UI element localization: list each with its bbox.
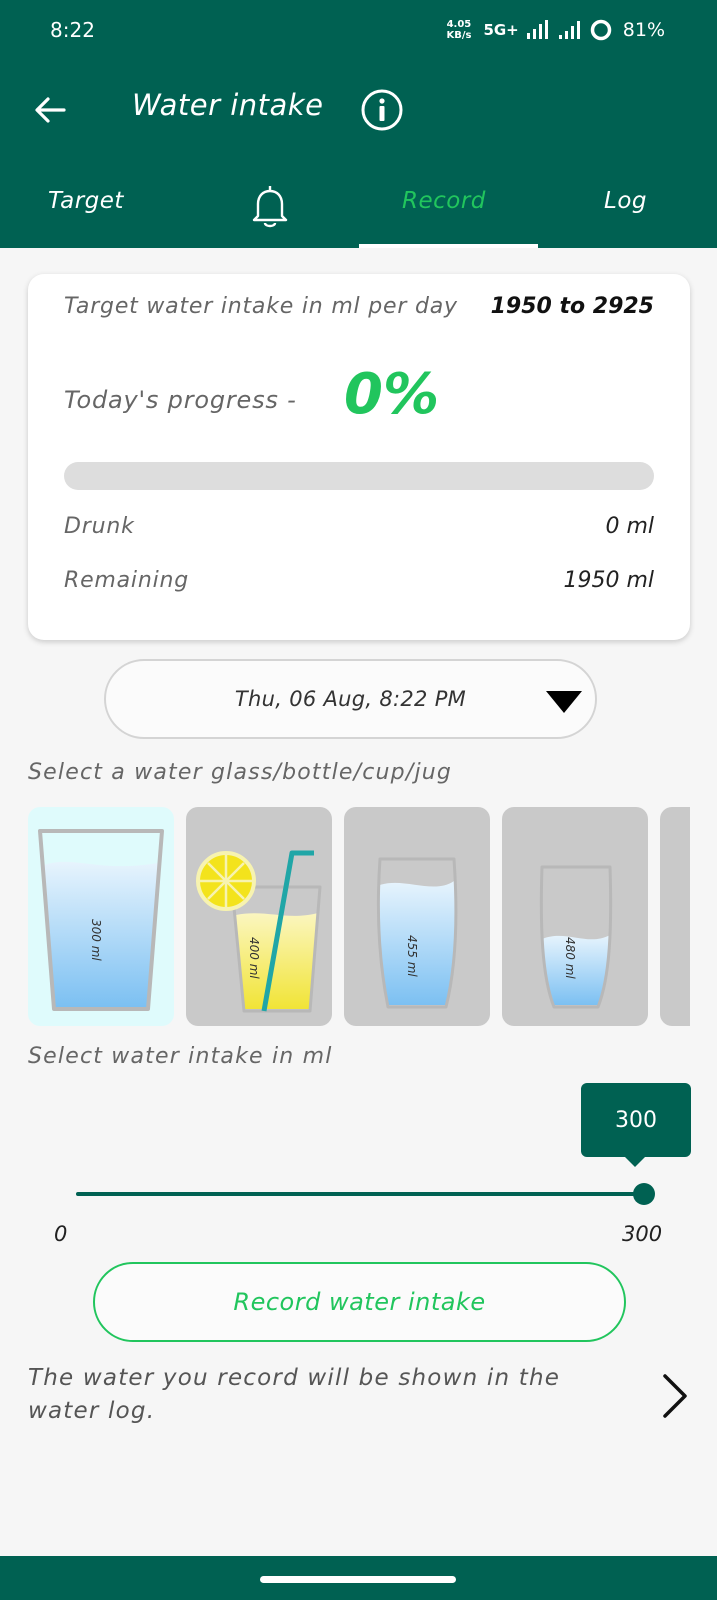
status-bar: 8:22 4.05 KB/s 5G+ 81% (0, 0, 717, 60)
remaining-label: Remaining (64, 568, 190, 593)
date-time-picker[interactable]: Thu, 06 Aug, 8:22 PM (104, 659, 597, 739)
drunk-row: Drunk 0 ml (64, 514, 654, 539)
info-icon[interactable] (360, 88, 404, 132)
home-gesture-handle[interactable] (260, 1576, 456, 1583)
glass-capacity-label: 400 ml (247, 937, 261, 979)
signal-icon (526, 20, 548, 39)
slider-thumb[interactable] (633, 1183, 655, 1205)
target-value: 1950 to 2925 (490, 294, 654, 319)
remaining-value: 1950 ml (563, 568, 654, 593)
tab-reminder-bell-icon[interactable] (248, 182, 292, 230)
drunk-label: Drunk (64, 514, 135, 539)
status-time: 8:22 (50, 18, 95, 42)
drunk-value: 0 ml (605, 514, 654, 539)
tab-bar: Target Record Log (0, 172, 717, 248)
slider-track[interactable] (76, 1192, 644, 1196)
progress-label: Today's progress - (64, 386, 297, 414)
network-speed: 4.05 KB/s (446, 19, 472, 41)
summary-card: Target water intake in ml per day 1950 t… (28, 274, 690, 640)
glass-option-455ml[interactable]: 455 ml (344, 807, 490, 1026)
target-row: Target water intake in ml per day 1950 t… (64, 294, 654, 319)
glass-option-more[interactable] (660, 807, 690, 1026)
curved-glass-icon: 455 ml (376, 857, 458, 1009)
tall-glass-icon: 300 ml (38, 829, 164, 1011)
app-bar: 8:22 4.05 KB/s 5G+ 81% Water intake Targ… (0, 0, 717, 248)
slider-value-tooltip: 300 (581, 1083, 691, 1167)
battery-ring-icon (590, 19, 612, 41)
intake-section-label: Select water intake in ml (28, 1044, 333, 1069)
tab-record[interactable]: Record (402, 188, 486, 214)
glass-capacity-label: 480 ml (563, 937, 577, 979)
remaining-row: Remaining 1950 ml (64, 568, 654, 593)
glass-option-480ml[interactable]: 480 ml (502, 807, 648, 1026)
battery-percent: 81% (622, 19, 665, 41)
slider-max-label: 300 (622, 1222, 663, 1246)
slider-min-label: 0 (54, 1222, 68, 1246)
progress-percent: 0% (344, 362, 440, 427)
glass-capacity-label: 300 ml (89, 919, 103, 961)
slim-glass-icon: 480 ml (539, 865, 613, 1009)
glass-option-400ml[interactable]: 400 ml (186, 807, 332, 1026)
water-log-hint: The water you record will be shown in th… (28, 1365, 561, 1424)
tab-log[interactable]: Log (604, 188, 647, 214)
target-label: Target water intake in ml per day (64, 294, 458, 319)
record-water-intake-button[interactable]: Record water intake (93, 1262, 626, 1342)
tab-target[interactable]: Target (48, 188, 124, 214)
glass-selector: 300 ml 400 ml 455 ml 480 ml (28, 807, 690, 1026)
date-time-value: Thu, 06 Aug, 8:22 PM (234, 687, 467, 711)
intake-slider: 300 0 300 (0, 1080, 717, 1260)
glass-section-label: Select a water glass/bottle/cup/jug (28, 760, 453, 785)
page-title: Water intake (132, 88, 324, 122)
glass-capacity-label: 455 ml (405, 935, 419, 977)
status-indicators: 4.05 KB/s 5G+ 81% (446, 14, 665, 46)
dropdown-arrow-icon (546, 691, 582, 713)
progress-bar (64, 462, 654, 490)
lemonade-glass-icon: 400 ml (196, 850, 322, 1013)
chevron-right-icon[interactable] (660, 1372, 690, 1420)
system-navigation-bar (0, 1556, 717, 1600)
toolbar: Water intake (0, 78, 717, 142)
back-button[interactable] (30, 90, 70, 130)
back-arrow-icon (35, 97, 66, 123)
signal-icon-2 (558, 21, 580, 39)
active-tab-indicator (359, 244, 538, 248)
glass-option-300ml[interactable]: 300 ml (28, 807, 174, 1026)
network-type: 5G+ (483, 21, 519, 39)
